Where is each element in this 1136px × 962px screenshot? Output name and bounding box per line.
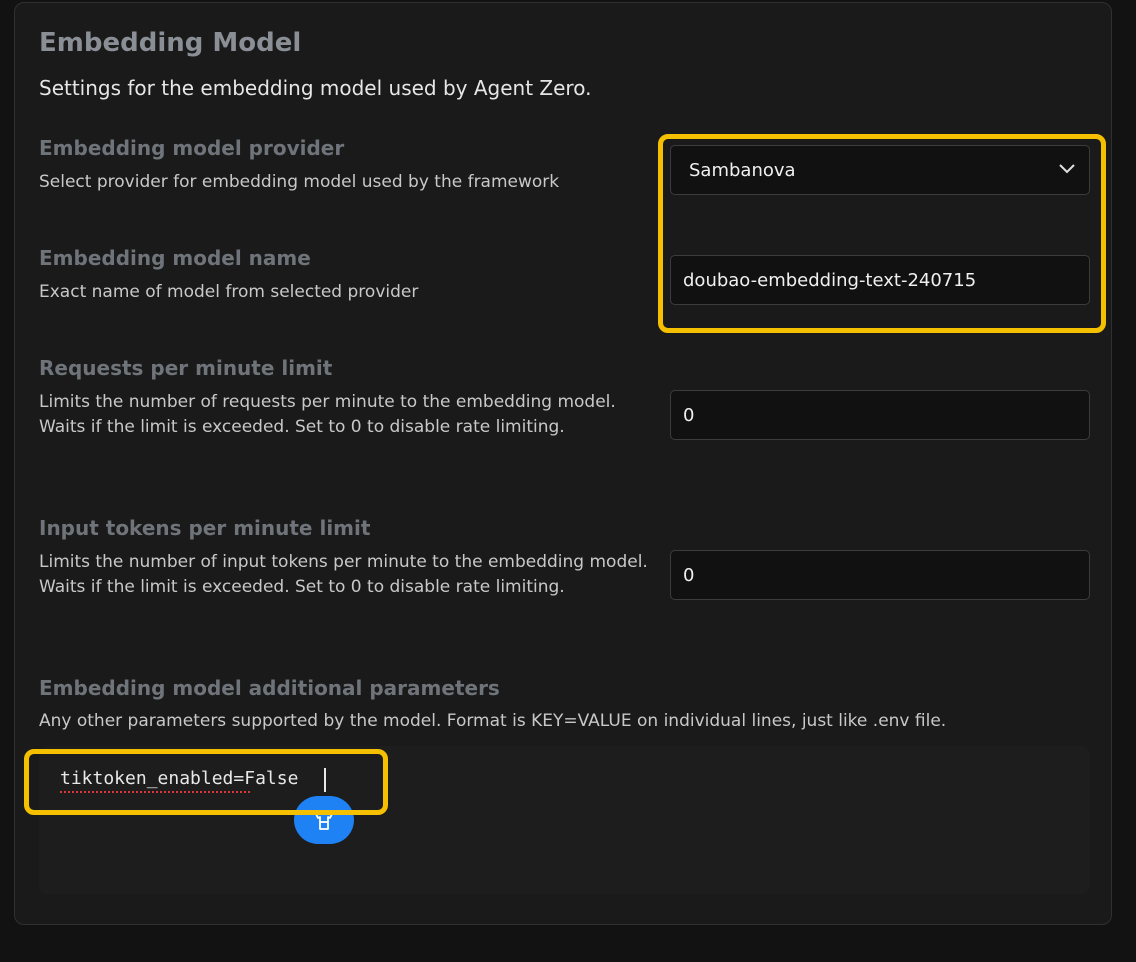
shirt-icon [315, 810, 333, 830]
additional-description: Any other parameters supported by the mo… [39, 711, 947, 731]
additional-params-value: tiktoken_enabled=False [60, 768, 299, 789]
floating-action-button[interactable] [294, 796, 354, 844]
section-title: Embedding Model [39, 28, 302, 58]
rpm-input[interactable] [670, 390, 1090, 440]
chevron-down-icon [1059, 164, 1075, 174]
tpm-title: Input tokens per minute limit [39, 516, 371, 540]
tpm-input[interactable] [670, 550, 1090, 600]
provider-select-value: Sambanova [689, 159, 796, 181]
provider-description: Select provider for embedding model used… [39, 172, 560, 192]
additional-title: Embedding model additional parameters [39, 676, 500, 700]
rpm-title: Requests per minute limit [39, 356, 333, 380]
rpm-description: Limits the number of requests per minute… [39, 392, 616, 437]
tpm-description: Limits the number of input tokens per mi… [39, 552, 648, 597]
model-name-input[interactable] [670, 255, 1090, 305]
provider-select[interactable]: Sambanova [670, 145, 1090, 195]
model-name-description: Exact name of model from selected provid… [39, 282, 419, 302]
model-name-title: Embedding model name [39, 246, 311, 270]
text-caret [324, 768, 326, 792]
spellcheck-underline [60, 791, 250, 793]
section-description: Settings for the embedding model used by… [39, 76, 592, 100]
provider-title: Embedding model provider [39, 136, 345, 160]
